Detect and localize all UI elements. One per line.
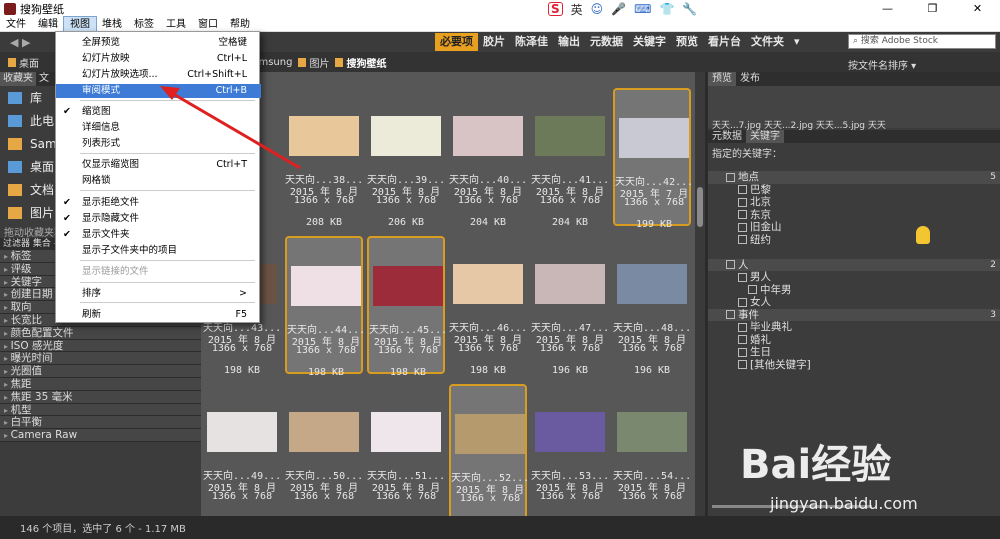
annotation-arrow bbox=[160, 86, 301, 170]
